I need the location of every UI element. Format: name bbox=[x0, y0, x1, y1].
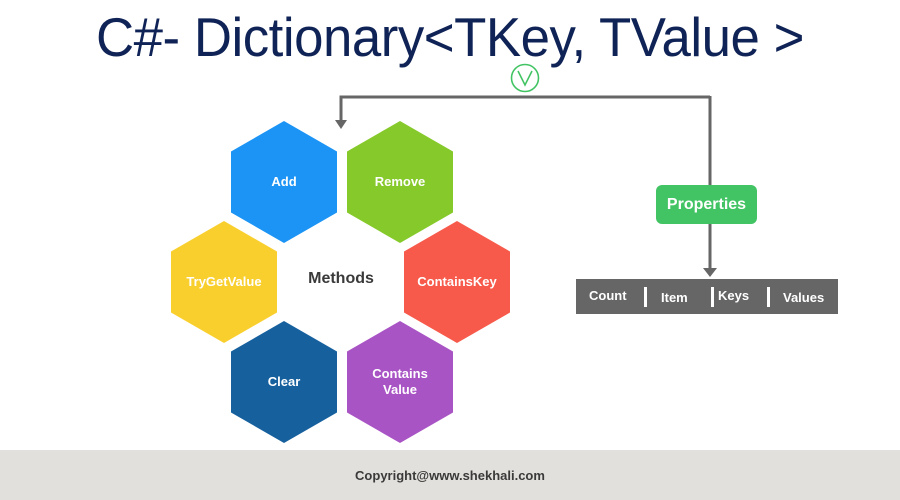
method-label: Add bbox=[271, 174, 297, 189]
divider bbox=[711, 287, 714, 307]
copyright-text: Copyright@www.shekhali.com bbox=[355, 467, 545, 483]
page-title: C#- Dictionary<TKey, TValue > bbox=[96, 6, 804, 68]
method-containskey: ContainsKey bbox=[404, 221, 510, 343]
check-circle-icon bbox=[510, 63, 540, 93]
method-label: Contains Value bbox=[372, 366, 428, 397]
method-label: Remove bbox=[374, 174, 426, 189]
properties-bar: Count Item Keys Values bbox=[576, 279, 838, 314]
arrow-head-methods bbox=[335, 120, 347, 129]
method-add: Add bbox=[231, 121, 337, 243]
property-values: Values bbox=[783, 290, 825, 305]
property-item: Item bbox=[661, 290, 688, 305]
footer: Copyright@www.shekhali.com bbox=[0, 450, 900, 500]
method-clear: Clear bbox=[231, 321, 337, 443]
arrow-head-properties bbox=[703, 268, 717, 277]
method-label: ContainsKey bbox=[417, 274, 497, 289]
method-containsvalue: Contains Value bbox=[347, 321, 453, 443]
properties-node: Properties bbox=[656, 185, 757, 224]
divider bbox=[644, 287, 647, 307]
connector-methods bbox=[339, 95, 710, 122]
property-count: Count bbox=[589, 288, 627, 303]
method-trygetvalue: TryGetValue bbox=[171, 221, 277, 343]
divider bbox=[767, 287, 770, 307]
method-label: TryGetValue bbox=[186, 274, 262, 289]
method-label: Clear bbox=[267, 374, 301, 389]
property-keys: Keys bbox=[718, 288, 750, 303]
methods-label: Methods bbox=[308, 270, 374, 287]
method-remove: Remove bbox=[347, 121, 453, 243]
